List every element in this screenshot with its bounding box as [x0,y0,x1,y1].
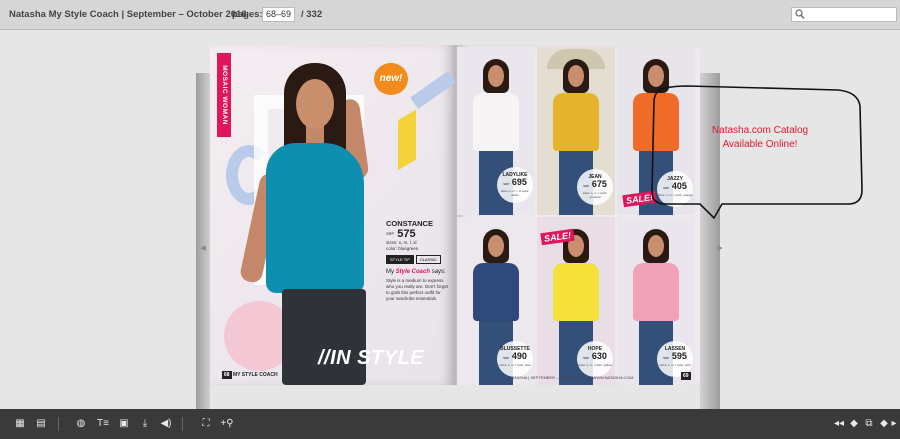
product-tile[interactable]: LADYLIKE SRP 695 sizes: s, m, l, xl color:… [457,47,535,215]
download-icon[interactable]: ⤓ [138,418,152,430]
callout-text: Natasha.com Catalog Available Online! [711,125,809,150]
decorative-bar [410,71,455,109]
search-icon [795,9,805,20]
product-tile[interactable]: JEAN SRP 675 sizes: s, m, l color: mustard [537,47,615,215]
share-icon[interactable]: ◍ [74,418,88,430]
bookmark-icon[interactable]: ▤ [34,418,48,430]
sound-icon[interactable]: ◀) [159,418,173,430]
product-price: SRP 575 [386,228,416,240]
last-page-icon[interactable]: ▸ [888,418,900,430]
total-pages: / 332 [301,9,323,20]
speech-bubble [648,84,868,224]
product-tile[interactable]: HOPE SRP 630 sizes: s, m, l color: yellow S… [537,217,615,385]
page-number-input[interactable]: 68–69 [262,7,295,22]
price-tag: BLUSSETTE SRP 490 sizes: s, m, l color: bl… [497,341,533,377]
style-coach-heading: My Style Coach says: [386,269,446,275]
model-photo [232,63,382,385]
catalog-page-left[interactable]: MOSAIC WOMAN new! CONSTANCE SRP 575 size… [210,45,455,385]
document-title: Natasha My Style Coach | September – Oct… [9,9,247,20]
page-folio-left: 68 MY STYLE COACH [222,371,278,379]
thumbnails-icon[interactable]: ▦ [13,418,27,430]
print-icon[interactable]: ▣ [117,418,131,430]
page-headline: //IN STYLE [318,347,425,369]
search-input[interactable] [791,7,897,22]
zoom-icon[interactable]: +⚲ [220,418,234,430]
section-tab: MOSAIC WOMAN [217,53,231,137]
first-page-icon[interactable]: ◂◂ [832,418,846,430]
previous-page-icon[interactable]: ◆ [847,418,861,430]
page-number-right: 69 [681,372,691,380]
price-tag: LADYLIKE SRP 695 sizes: s, m, l, xl color:… [497,167,533,203]
product-name: CONSTANCE [386,219,433,228]
tag-classic: CLASSIC [415,255,442,264]
pages-label: pages: [232,9,263,20]
two-page-icon[interactable]: ⧉ [862,418,876,430]
bottom-toolbar: ▦ ▤ ◍ T≡ ▣ ⤓ ◀) ⛶ +⚲ ◂◂ ◆ ⧉ ◆ ▸ [0,409,900,439]
product-info: CONSTANCE SRP 575 sizes: s, m, l, xl col… [386,219,450,302]
product-tile[interactable]: BLUSSETTE SRP 490 sizes: s, m, l color: bl… [457,217,535,385]
price-tag: HOPE SRP 630 sizes: s, m, l color: yellow [577,341,613,377]
decorative-block [398,109,416,171]
text-icon[interactable]: T≡ [96,418,110,430]
style-coach-text: Style is a medium to express who you rea… [386,278,449,301]
fullscreen-icon[interactable]: ⛶ [199,418,213,430]
next-page-arrow-icon[interactable]: ▸ [714,240,726,256]
previous-page-arrow-icon[interactable]: ◂ [197,240,209,256]
top-toolbar: Natasha My Style Coach | September – Oct… [0,0,900,30]
product-tile[interactable]: LASSEN SRP 595 sizes: s, m, l color: pink [617,217,695,385]
product-color: color: bluegreen [386,246,419,251]
page-folio-right: NATASHA | SEPTEMBER – OCTOBER 2016 | WWW… [509,375,634,380]
tag-style-tip: STYLE TIP [386,255,414,264]
price-tag: JEAN SRP 675 sizes: s, m, l color: mustard [577,169,613,205]
